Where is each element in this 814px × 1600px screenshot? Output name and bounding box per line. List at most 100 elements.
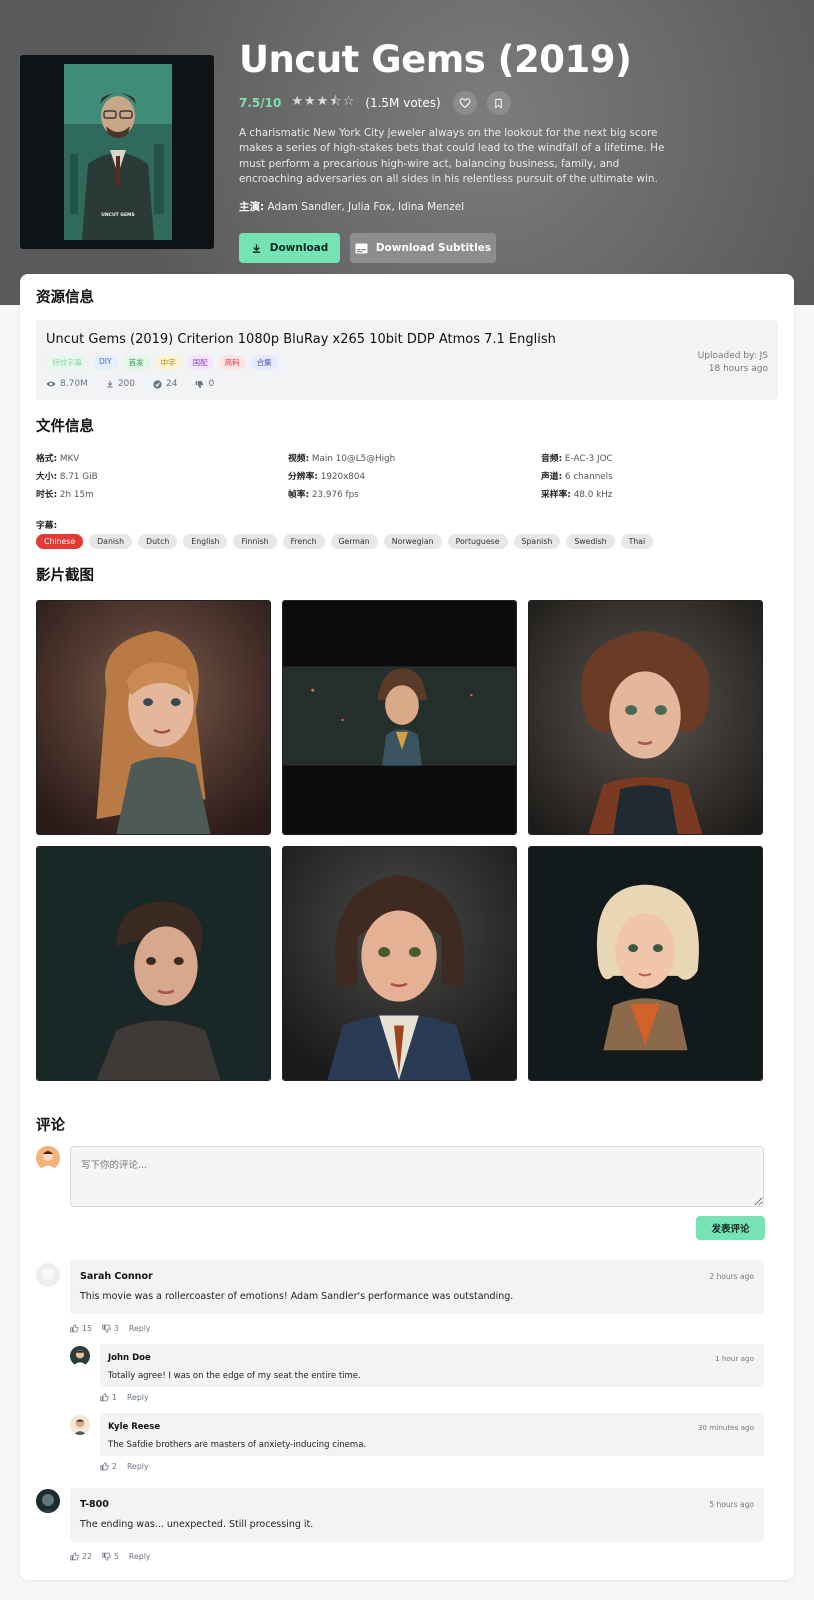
tag-chinese-subs: 中字 [154, 355, 182, 370]
resource-item[interactable]: Uncut Gems (2019) Criterion 1080p BluRay… [36, 320, 778, 400]
resource-name: Uncut Gems (2019) Criterion 1080p BluRay… [46, 332, 556, 347]
movie-poster[interactable]: UNCUT GEMS [20, 55, 214, 249]
subtitle-chip[interactable]: Finnish [233, 534, 277, 549]
movie-cast: 主演: Adam Sandler, Julia Fox, Idina Menze… [239, 199, 464, 214]
tag-special-subs: 特效字幕 [46, 355, 88, 370]
screenshot-image [529, 601, 762, 834]
download-subtitles-button[interactable]: Download Subtitles [350, 233, 496, 263]
avatar-image [70, 1346, 90, 1366]
screenshot-thumbnail[interactable] [282, 600, 517, 835]
download-subtitles-label: Download Subtitles [375, 242, 492, 254]
upload-time: 18 hours ago [708, 364, 768, 374]
subtitle-chip[interactable]: Thai [620, 534, 654, 549]
file-info-section-title: 文件信息 [36, 419, 94, 435]
screenshot-thumbnail[interactable] [282, 846, 517, 1081]
subtitle-chip[interactable]: German [330, 534, 378, 549]
thumbs-up-icon [100, 1393, 109, 1402]
subtitle-chip[interactable]: Spanish [513, 534, 561, 549]
movie-title: Uncut Gems (2019) [239, 38, 632, 81]
reply-button[interactable]: Reply [129, 1552, 151, 1561]
avatar-image [36, 1263, 60, 1287]
duration-info: 时长: 2h 15m [36, 490, 94, 500]
comment-text: This movie was a rollercoaster of emotio… [80, 1291, 514, 1302]
subtitle-chip[interactable]: Danish [89, 534, 133, 549]
post-comment-button[interactable]: 发表评论 [696, 1216, 765, 1240]
download-button[interactable]: Download [239, 233, 340, 263]
subtitle-chip[interactable]: Norwegian [383, 534, 442, 549]
subtitle-chip[interactable]: French [282, 534, 325, 549]
resource-stats: 8.70M 200 24 0 [46, 379, 214, 389]
rating-stars: ★★★⯪☆ [291, 94, 356, 109]
reply-button[interactable]: Reply [129, 1324, 151, 1333]
screenshot-image [283, 847, 516, 1080]
commenter-avatar [70, 1346, 90, 1366]
content-card: 资源信息 Uncut Gems (2019) Criterion 1080p B… [20, 274, 794, 1580]
tag-first-release: 首发 [122, 355, 150, 370]
screenshot-thumbnail[interactable] [528, 600, 763, 835]
dislikes-count: 0 [208, 379, 215, 389]
poster-title-text: UNCUT GEMS [101, 212, 135, 218]
reply-item: Kyle Reese 30 minutes ago The Safdie bro… [100, 1413, 764, 1456]
download-count-icon [107, 380, 113, 388]
screenshot-thumbnail[interactable] [36, 600, 271, 835]
subtitle-chip[interactable]: English [183, 534, 228, 549]
likes-stat[interactable]: 24 [153, 379, 177, 389]
screenshot-thumbnail[interactable] [528, 846, 763, 1081]
download-label: Download [269, 242, 329, 254]
current-user-avatar [36, 1146, 60, 1170]
downloads-count: 200 [117, 379, 135, 389]
uploader: Uploaded by: JS [697, 351, 768, 361]
dislikes-stat[interactable]: 0 [195, 379, 214, 389]
thumbs-down-icon [102, 1324, 111, 1333]
subtitle-chip[interactable]: Swedish [566, 534, 615, 549]
comment-item: Sarah Connor 2 hours ago This movie was … [70, 1260, 764, 1314]
favorite-button[interactable] [452, 91, 477, 115]
likes-count: 24 [166, 379, 178, 389]
rating-score: 7.5/10 [239, 96, 282, 110]
dislike-button[interactable]: 5 [102, 1552, 119, 1561]
dislike-button[interactable]: 3 [102, 1324, 119, 1333]
resource-section-title: 资源信息 [36, 290, 94, 306]
commenter-avatar [36, 1489, 60, 1513]
comment-text: Totally agree! I was on the edge of my s… [108, 1371, 361, 1381]
check-circle-icon [153, 379, 162, 389]
screenshot-gallery [36, 600, 778, 1090]
bookmark-button[interactable] [486, 91, 511, 115]
resource-tags: 特效字幕 DIY 首发 中字 国配 高码 合集 [46, 355, 278, 370]
comment-time: 5 hours ago [709, 1500, 754, 1509]
comment-textarea[interactable] [70, 1146, 764, 1207]
screenshot-thumbnail[interactable] [36, 846, 271, 1081]
rating-row: 7.5/10 ★★★⯪☆ (1.5M votes) [239, 91, 521, 115]
screenshot-image [529, 847, 762, 1080]
tag-mandarin-dub: 国配 [186, 355, 214, 370]
reply-button[interactable]: Reply [127, 1393, 149, 1402]
upload-info: Uploaded by: JS 18 hours ago [698, 350, 768, 376]
hero-banner: UNCUT GEMS Uncut Gems (2019) 7.5/10 ★★★⯪… [0, 0, 814, 305]
commenter-avatar [70, 1415, 90, 1435]
subtitle-chip[interactable]: Chinese [36, 534, 84, 549]
screenshots-section-title: 影片截图 [36, 568, 94, 584]
comment-actions: 22 5 Reply [70, 1552, 150, 1561]
poster-artwork: UNCUT GEMS [64, 64, 172, 240]
thumbs-up-icon [70, 1552, 79, 1561]
like-button[interactable]: 15 [70, 1324, 92, 1333]
subtitle-chip[interactable]: Portuguese [447, 534, 508, 549]
reply-button[interactable]: Reply [127, 1462, 149, 1471]
comment-author: T-800 [80, 1499, 109, 1510]
thumbs-up-icon [100, 1462, 109, 1471]
like-button[interactable]: 1 [100, 1393, 117, 1402]
subtitle-chip[interactable]: Dutch [138, 534, 178, 549]
comment-actions: 15 3 Reply [70, 1324, 150, 1333]
comment-item: T-800 5 hours ago The ending was... unex… [70, 1488, 764, 1542]
views-stat: 8.70M [46, 379, 88, 389]
vote-count: (1.5M votes) [365, 96, 441, 110]
like-button[interactable]: 2 [100, 1462, 117, 1471]
resolution-info: 分辨率: 1920x804 [288, 472, 366, 482]
avatar-image [36, 1146, 60, 1170]
like-button[interactable]: 22 [70, 1552, 92, 1561]
movie-description: A charismatic New York City jeweler alwa… [239, 127, 665, 186]
format-info: 格式: MKV [36, 454, 80, 464]
comment-time: 1 hour ago [715, 1354, 754, 1363]
downloads-stat: 200 [106, 379, 135, 389]
comment-time: 30 minutes ago [697, 1423, 754, 1432]
